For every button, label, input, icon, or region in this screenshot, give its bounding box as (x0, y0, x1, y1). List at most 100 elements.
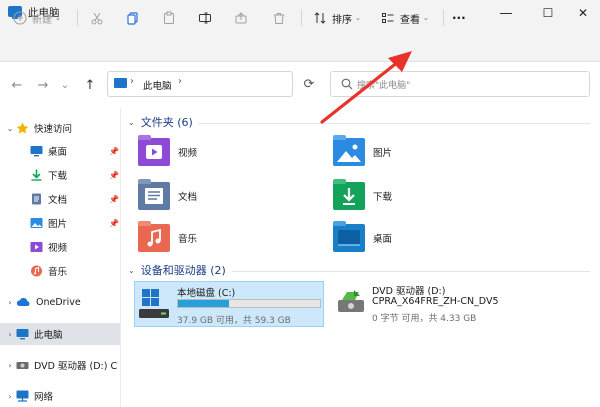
sidebar-item-onedrive[interactable]: › OneDrive (0, 291, 120, 313)
documents-icon (30, 193, 43, 205)
desktop-folder-icon (333, 221, 365, 252)
see-more-button[interactable]: ··· (452, 6, 466, 30)
delete-button[interactable] (271, 6, 287, 30)
sidebar-item-videos[interactable]: 视频 (0, 236, 120, 258)
sidebar-item-label: 此电脑 (34, 330, 63, 341)
drive-usage-bar (177, 299, 321, 308)
folder-label: 音乐 (178, 234, 198, 245)
pin-icon: 📌 (109, 170, 119, 180)
sidebar-item-music[interactable]: 音乐 (0, 260, 120, 282)
chevron-down-icon: ⌄ (128, 265, 135, 275)
folder-label: 图片 (373, 148, 393, 159)
paste-icon (161, 10, 177, 26)
sidebar-item-pictures[interactable]: 图片 📌 (0, 212, 120, 234)
network-icon (16, 390, 29, 402)
chevron-down-icon: ⌄ (423, 14, 429, 22)
recent-locations-button[interactable]: ⌄ (57, 76, 73, 94)
refresh-button[interactable]: ⟳ (297, 71, 321, 97)
sidebar-item-label: 图片 (48, 219, 68, 230)
devices-group-header[interactable]: ⌄ 设备和驱动器 (2) (128, 262, 226, 278)
drive-volume-label: CPRA_X64FRE_ZH-CN_DV5 (372, 296, 499, 307)
devices-group-title: 设备和驱动器 (2) (140, 264, 226, 277)
windows-drive-icon (139, 287, 169, 324)
chevron-down-icon: ⌄ (55, 14, 61, 22)
sidebar-item-label: 快速访问 (34, 124, 73, 135)
sidebar-item-documents[interactable]: 文档 📌 (0, 188, 120, 210)
pin-icon: 📌 (109, 194, 119, 204)
sort-button[interactable]: 排序 ⌄ (312, 6, 361, 30)
sidebar-item-dvd-drive[interactable]: › DVD 驱动器 (D:) C (0, 354, 120, 376)
share-icon (233, 10, 249, 26)
folder-desktop[interactable]: 桌面 (333, 221, 392, 252)
folders-group-title: 文件夹 (6) (140, 116, 193, 129)
search-placeholder: 搜索"此电脑" (357, 81, 411, 91)
chevron-right-icon[interactable]: › (4, 330, 16, 339)
folder-label: 下载 (373, 192, 393, 203)
pin-icon: 📌 (109, 218, 119, 228)
paste-button[interactable] (161, 6, 177, 30)
pictures-icon (30, 217, 43, 229)
folder-label: 文档 (178, 192, 198, 203)
copy-button[interactable] (125, 6, 141, 30)
sidebar-item-network[interactable]: › 网络 (0, 385, 120, 407)
folder-label: 视频 (178, 148, 198, 159)
command-bar (0, 26, 600, 62)
folder-videos[interactable]: 视频 (138, 135, 198, 166)
folder-music[interactable]: 音乐 (138, 221, 198, 252)
download-icon (30, 169, 43, 181)
sidebar-item-desktop[interactable]: 桌面 📌 (0, 140, 120, 162)
folder-documents[interactable]: 文档 (138, 179, 198, 210)
drive-c[interactable]: 本地磁盘 (C:) 37.9 GB 可用，共 59.3 GB (134, 281, 324, 327)
music-icon (30, 265, 43, 277)
breadcrumb-chevron: › (130, 76, 134, 87)
up-button[interactable]: ↑ (82, 76, 98, 94)
chevron-down-icon[interactable]: ⌄ (4, 124, 16, 133)
toolbar-divider (443, 10, 444, 26)
folders-group-header[interactable]: ⌄ 文件夹 (6) (128, 114, 193, 130)
chevron-right-icon[interactable]: › (4, 392, 16, 401)
cut-icon (89, 10, 105, 26)
sidebar-item-downloads[interactable]: 下载 📌 (0, 164, 120, 186)
share-button[interactable] (233, 6, 249, 30)
chevron-down-icon: ⌄ (355, 14, 361, 22)
sidebar-item-quick-access[interactable]: ⌄ 快速访问 (0, 117, 120, 139)
address-bar[interactable]: › 此电脑 › (107, 71, 293, 97)
copy-icon (125, 10, 141, 26)
minimize-button[interactable]: — (487, 0, 525, 26)
drive-capacity: 0 字节 可用，共 4.33 GB (372, 314, 477, 324)
new-button[interactable]: 新建 ⌄ (12, 6, 61, 30)
star-icon (16, 122, 29, 134)
toolbar-divider (77, 10, 78, 26)
maximize-button[interactable]: ☐ (529, 0, 567, 26)
cut-button[interactable] (89, 6, 105, 30)
chevron-right-icon[interactable]: › (4, 298, 16, 307)
breadcrumb-chevron[interactable]: › (178, 76, 182, 87)
dvd-install-icon (336, 286, 366, 319)
sidebar-item-label: DVD 驱动器 (D:) C (34, 361, 118, 372)
sort-label: 排序 (332, 14, 352, 26)
search-box[interactable]: 搜索"此电脑" (330, 71, 590, 97)
view-button[interactable]: 查看 ⌄ (380, 6, 429, 30)
videos-folder-icon (138, 135, 170, 166)
close-button[interactable]: ✕ (564, 0, 600, 26)
this-pc-icon (16, 328, 29, 340)
forward-button[interactable]: → (35, 76, 51, 94)
desktop-icon (30, 145, 43, 157)
view-icon (380, 10, 396, 26)
folder-pictures[interactable]: 图片 (333, 135, 393, 166)
back-button[interactable]: ← (9, 76, 25, 94)
chevron-right-icon[interactable]: › (4, 361, 16, 370)
drive-d[interactable]: DVD 驱动器 (D:) CPRA_X64FRE_ZH-CN_DV5 0 字节 … (336, 282, 556, 326)
pin-icon: 📌 (109, 146, 119, 156)
new-label: 新建 (32, 14, 52, 26)
breadcrumb-this-pc[interactable]: 此电脑 (143, 78, 172, 92)
sidebar-item-this-pc[interactable]: › 此电脑 (0, 323, 120, 345)
documents-folder-icon (138, 179, 170, 210)
chevron-down-icon: ⌄ (128, 117, 135, 127)
toolbar-divider (301, 10, 302, 26)
sidebar-item-label: 网络 (34, 392, 54, 403)
rename-icon (197, 10, 213, 26)
folder-downloads[interactable]: 下载 (333, 179, 393, 210)
sidebar-item-label: 桌面 (48, 147, 68, 158)
rename-button[interactable] (197, 6, 213, 30)
